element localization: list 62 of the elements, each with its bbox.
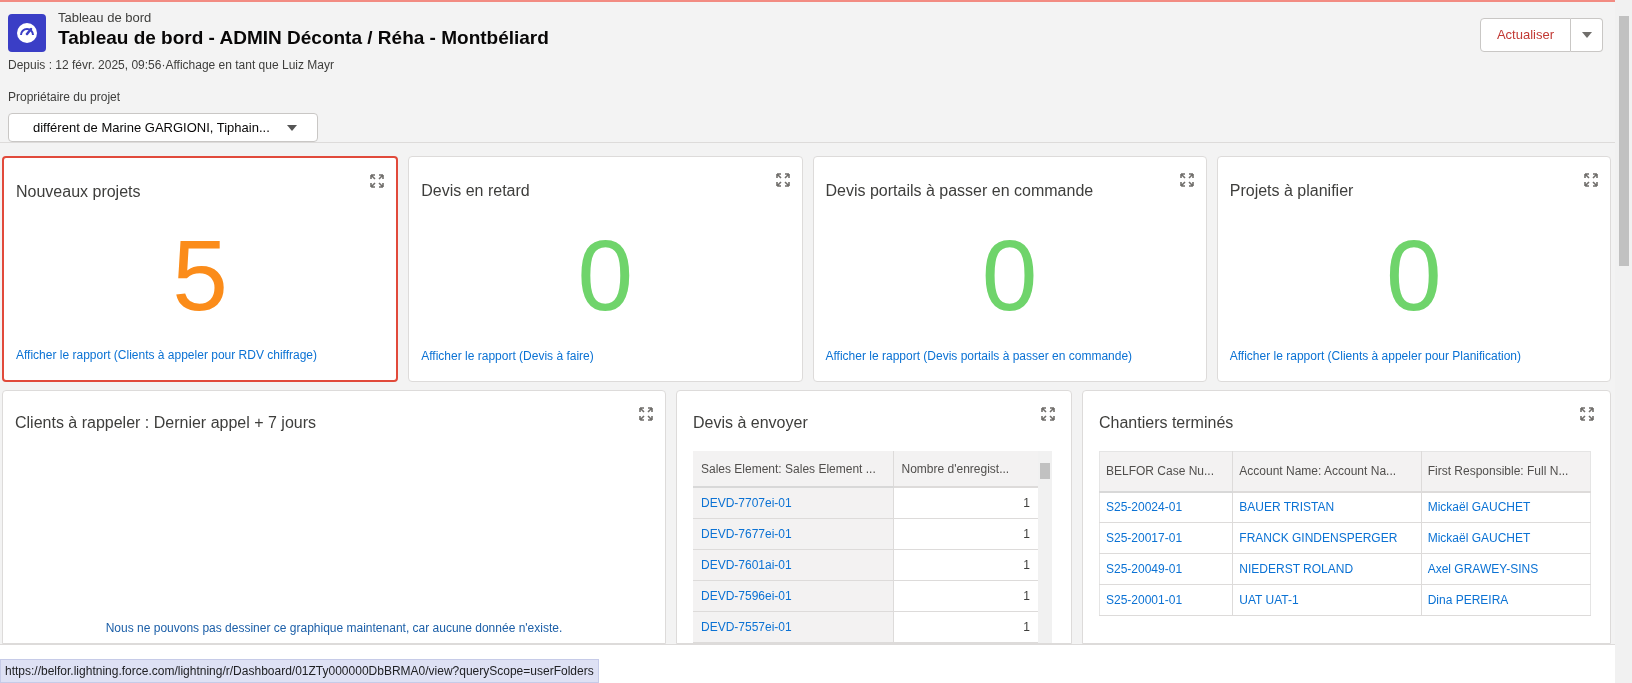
- table-cell: 1: [893, 580, 1038, 611]
- breadcrumb: Tableau de bord: [58, 10, 153, 26]
- dashboard-logo-icon: [8, 14, 46, 52]
- table-cell[interactable]: S25-20001-01: [1099, 584, 1233, 616]
- metric-value: 0: [981, 225, 1038, 325]
- table-cell[interactable]: DEVD-7596ei-01: [693, 580, 893, 611]
- panel-title: Clients à rappeler : Dernier appel + 7 jours: [15, 413, 317, 433]
- column-header[interactable]: Nombre d'enregist...: [893, 451, 1038, 487]
- table-cell: 1: [893, 518, 1038, 549]
- table-cell: 1: [893, 487, 1038, 518]
- table-cell[interactable]: Axel GRAWEY-SINS: [1421, 553, 1591, 585]
- table-cell: 1: [893, 611, 1038, 642]
- column-header[interactable]: BELFOR Case Nu...: [1099, 451, 1233, 492]
- report-link[interactable]: Afficher le rapport (Clients à appeler pour Planification): [1229, 347, 1598, 365]
- expand-icon[interactable]: [370, 174, 385, 188]
- table-cell[interactable]: DEVD-7557ei-01: [693, 611, 893, 642]
- dashboard-title: Tableau de bord - ADMIN Déconta / Réha - Montbéliard: [58, 26, 549, 50]
- metric-title: Devis portails à passer en commande: [825, 181, 1094, 201]
- table-cell[interactable]: S25-20017-01: [1099, 522, 1233, 554]
- table-cell[interactable]: Dina PEREIRA: [1421, 584, 1591, 616]
- expand-icon[interactable]: [1179, 173, 1194, 187]
- filter-label: Propriétaire du projet: [8, 89, 122, 106]
- menu-dropdown-button[interactable]: [1571, 18, 1603, 52]
- table-cell[interactable]: Mickaël GAUCHET: [1421, 522, 1591, 554]
- table-cell[interactable]: DEVD-7707ei-01: [693, 487, 893, 518]
- column-header[interactable]: Account Name: Account Na...: [1232, 451, 1422, 492]
- scrollbar[interactable]: [1038, 451, 1052, 643]
- table-cell[interactable]: FRANCK GINDENSPERGER: [1232, 522, 1422, 554]
- expand-icon[interactable]: [639, 407, 653, 421]
- no-data-message: Nous ne pouvons pas dessiner ce graphique maintenant, car aucune donnée n'existe.: [105, 620, 563, 637]
- dashboard-subtitle: Depuis : 12 févr. 2025, 09:56·Affichage en tant que Luiz Mayr: [8, 57, 335, 74]
- table-cell[interactable]: S25-20024-01: [1099, 491, 1233, 523]
- table-cell[interactable]: S25-20049-01: [1099, 553, 1233, 585]
- expand-icon[interactable]: [1584, 173, 1598, 187]
- refresh-button[interactable]: Actualiser: [1479, 18, 1571, 52]
- metric-title: Devis en retard: [421, 181, 530, 201]
- expand-icon[interactable]: [1580, 407, 1594, 421]
- table-cell: 1: [893, 549, 1038, 580]
- column-header[interactable]: First Responsible: Full N...: [1421, 451, 1591, 492]
- column-header[interactable]: Sales Element: Sales Element ...: [693, 451, 893, 487]
- status-url: https://belfor.lightning.force.com/lightning/r/Dashboard/01ZTy000000DbBRMA0/view?queryScope=userFolders: [0, 659, 599, 683]
- caret-icon: [1581, 32, 1592, 38]
- expand-icon[interactable]: [1041, 407, 1055, 421]
- table-cell[interactable]: DEVD-7677ei-01: [693, 518, 893, 549]
- table-cell[interactable]: UAT UAT-1: [1232, 584, 1422, 616]
- expand-icon[interactable]: [775, 173, 790, 187]
- metric-value: 0: [577, 225, 634, 325]
- metric-value: 5: [172, 225, 228, 325]
- report-link[interactable]: Afficher le rapport (Devis à faire): [421, 347, 790, 365]
- metric-title: Projets à planifier: [1229, 181, 1354, 201]
- table-cell[interactable]: BAUER TRISTAN: [1232, 491, 1422, 523]
- caret-icon: [287, 124, 297, 131]
- metric-value: 0: [1386, 225, 1442, 325]
- report-link[interactable]: Afficher le rapport (Devis portails à passer en commande): [825, 347, 1194, 365]
- table-cell[interactable]: Mickaël GAUCHET: [1421, 491, 1591, 523]
- panel-title: Devis à envoyer: [693, 413, 808, 433]
- metric-title: Nouveaux projets: [16, 182, 141, 202]
- filter-dropdown[interactable]: différent de Marine GARGIONI, Tiphain...: [8, 113, 318, 142]
- table-cell[interactable]: DEVD-7601ai-01: [693, 549, 893, 580]
- report-link[interactable]: Afficher le rapport (Clients à appeler pour RDV chiffrage): [16, 346, 385, 364]
- panel-title: Chantiers terminés: [1099, 413, 1234, 433]
- table-cell[interactable]: NIEDERST ROLAND: [1232, 553, 1422, 585]
